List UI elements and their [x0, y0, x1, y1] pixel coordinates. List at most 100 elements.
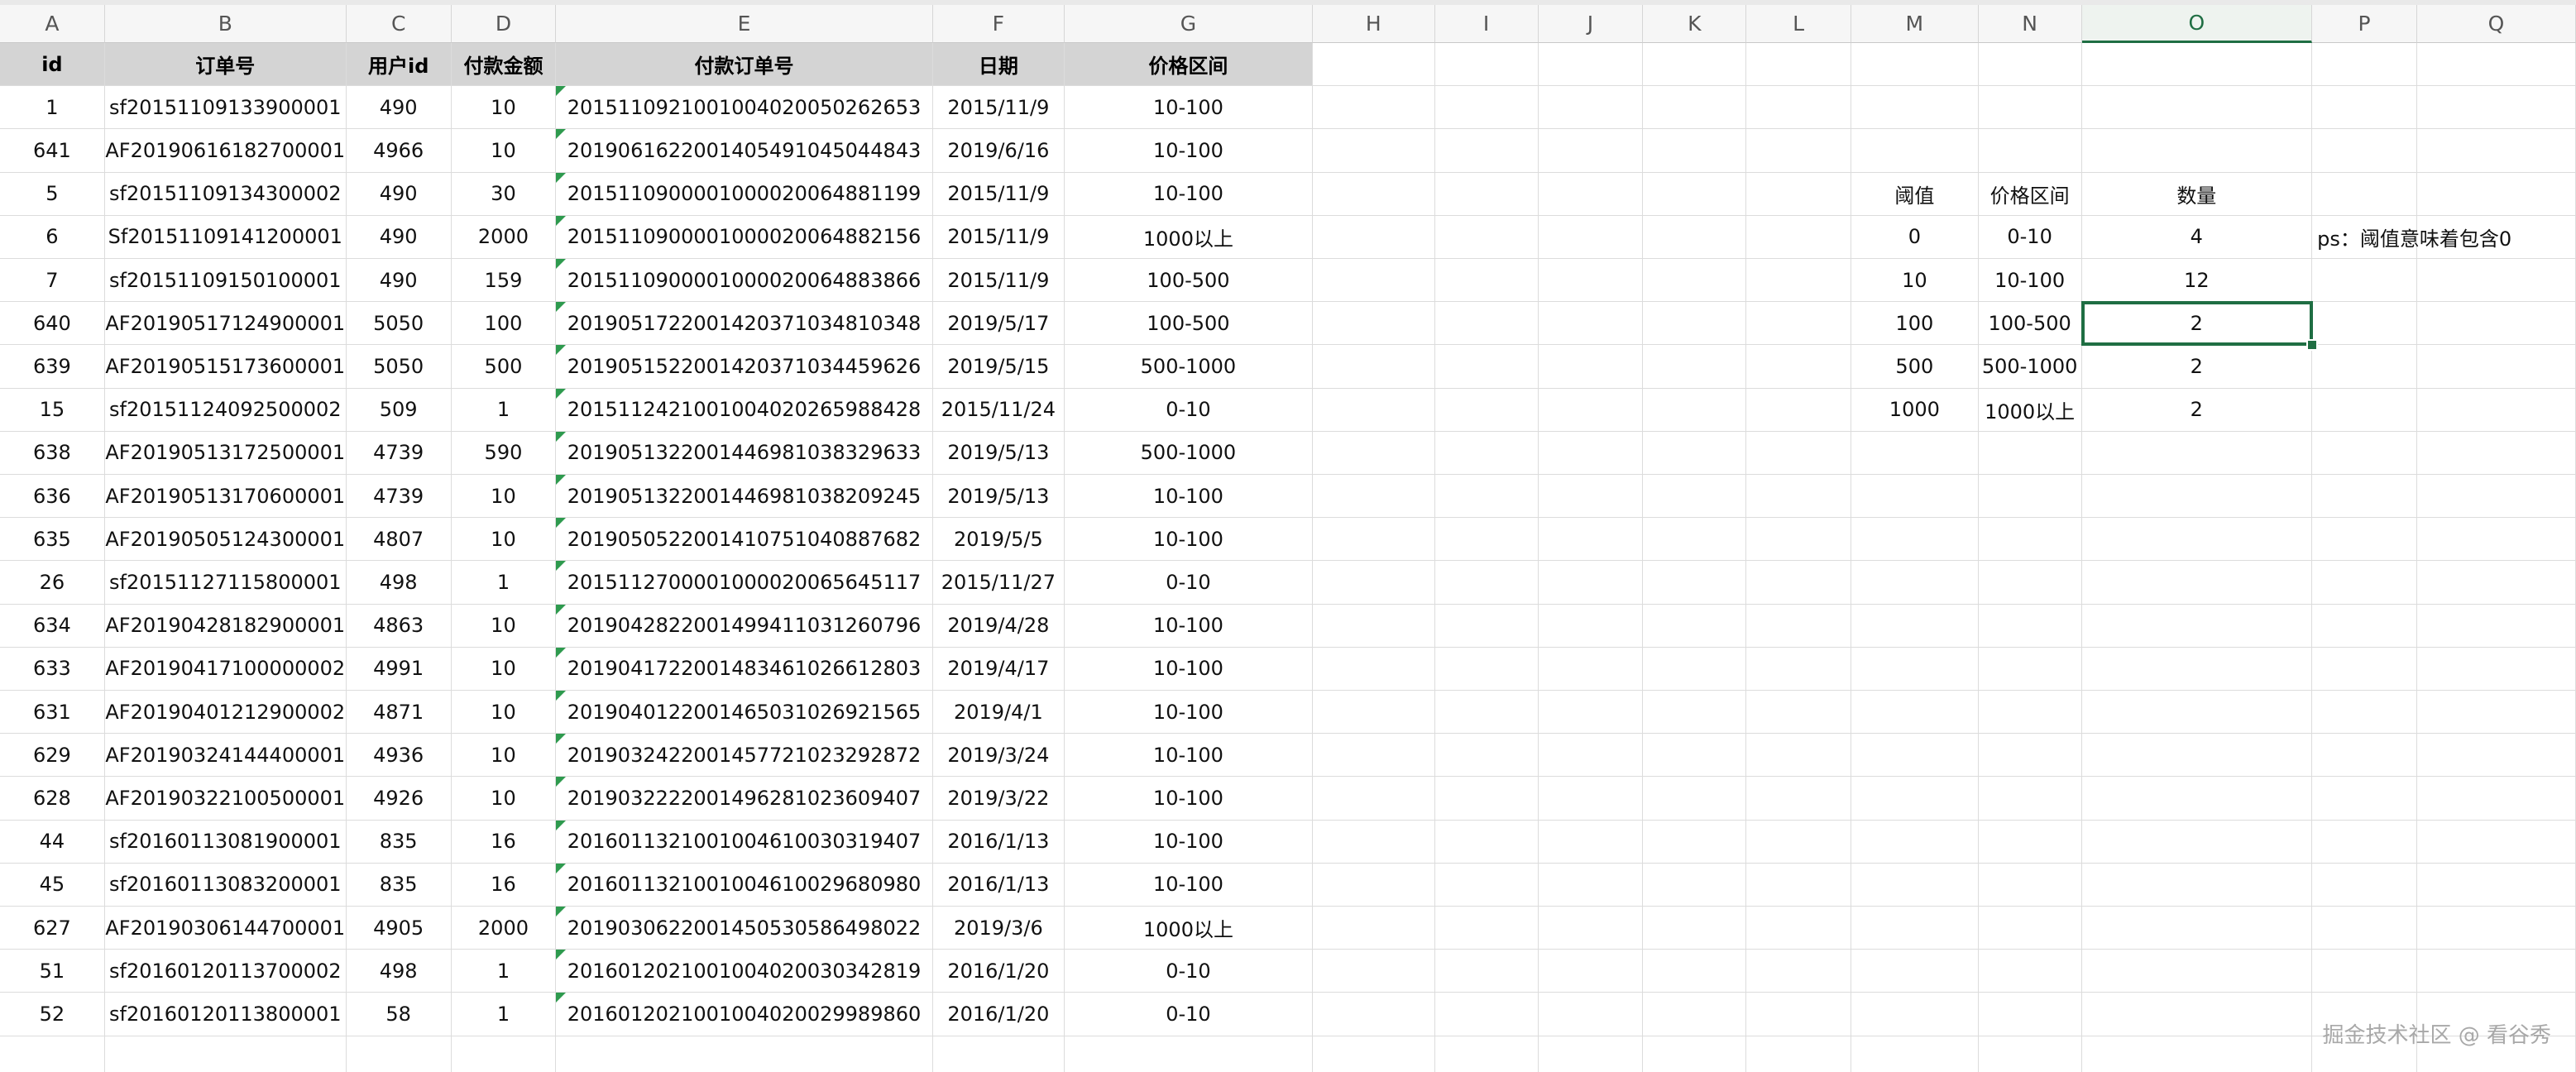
table-cell[interactable]: 2019030622001450530586498022: [556, 907, 933, 950]
cell-q20[interactable]: [2416, 863, 2576, 907]
table-cell[interactable]: 0-10: [1065, 993, 1313, 1036]
table-cell[interactable]: 2019051322001446981038329633: [556, 431, 933, 475]
summary-cell[interactable]: 500: [1851, 345, 1979, 389]
cell-p1[interactable]: [2312, 43, 2417, 87]
empty-cell[interactable]: [1312, 647, 1435, 691]
column-header-e[interactable]: E: [556, 5, 933, 43]
cell-q18[interactable]: [2416, 777, 2576, 821]
cell-m2[interactable]: [1851, 86, 1979, 130]
table-cell[interactable]: 2016/1/20: [932, 950, 1065, 993]
table-cell[interactable]: 641: [0, 129, 105, 173]
table-cell[interactable]: 4871: [346, 691, 452, 735]
cell-p18[interactable]: [2312, 777, 2417, 821]
column-header-h[interactable]: H: [1312, 5, 1435, 43]
table-cell[interactable]: AF20190306144700001: [104, 907, 347, 950]
table-cell[interactable]: 2016011321001004610029680980: [556, 863, 933, 907]
cell-q2[interactable]: [2416, 86, 2576, 130]
table-cell[interactable]: 2019032422001457721023292872: [556, 734, 933, 778]
cell-p3[interactable]: [2312, 129, 2417, 173]
table-cell[interactable]: 2016/1/13: [932, 863, 1065, 907]
empty-cell[interactable]: [1643, 43, 1747, 87]
cell-d24[interactable]: [452, 1036, 557, 1072]
empty-cell[interactable]: [1746, 302, 1851, 346]
empty-cell[interactable]: [1434, 734, 1539, 778]
table-cell[interactable]: 10-100: [1065, 604, 1313, 648]
cell-m21[interactable]: [1851, 907, 1979, 950]
empty-cell[interactable]: [1434, 777, 1539, 821]
column-header-m[interactable]: M: [1851, 5, 1979, 43]
empty-cell[interactable]: [1538, 43, 1644, 87]
cell-f24[interactable]: [933, 1036, 1065, 1072]
summary-cell[interactable]: 0-10: [1978, 215, 2082, 259]
table-cell[interactable]: 1000以上: [1065, 907, 1313, 950]
cell-p11[interactable]: [2312, 475, 2417, 519]
table-header-1[interactable]: 订单号: [104, 43, 347, 87]
summary-cell[interactable]: 10: [1851, 259, 1979, 303]
table-cell[interactable]: 15: [0, 388, 105, 432]
table-cell[interactable]: 2019051322001446981038209245: [556, 475, 933, 519]
table-cell[interactable]: 2019032222001496281023609407: [556, 777, 933, 821]
cell-o3[interactable]: [2081, 129, 2313, 173]
empty-cell[interactable]: [1312, 907, 1435, 950]
cell-o22[interactable]: [2081, 950, 2313, 993]
table-cell[interactable]: 100: [451, 302, 557, 346]
empty-cell[interactable]: [1312, 950, 1435, 993]
empty-cell[interactable]: [1538, 215, 1644, 259]
table-header-0[interactable]: id: [0, 43, 105, 87]
cell-p13[interactable]: [2312, 561, 2417, 605]
table-cell[interactable]: 2019/5/5: [932, 518, 1065, 562]
table-cell[interactable]: AF20190505124300001: [104, 518, 347, 562]
empty-cell[interactable]: [1746, 993, 1851, 1036]
table-cell[interactable]: sf20151109150100001: [104, 259, 347, 303]
table-cell[interactable]: 640: [0, 302, 105, 346]
cell-n14[interactable]: [1978, 604, 2082, 648]
cell-p20[interactable]: [2312, 863, 2417, 907]
empty-cell[interactable]: [1312, 431, 1435, 475]
summary-cell[interactable]: 500-1000: [1978, 345, 2082, 389]
cell-m24[interactable]: [1851, 1036, 1979, 1072]
empty-cell[interactable]: [1435, 1036, 1539, 1072]
table-cell[interactable]: 100-500: [1065, 302, 1313, 346]
table-cell[interactable]: 2015110900001000020064881199: [556, 172, 933, 216]
table-cell[interactable]: 639: [0, 345, 105, 389]
cell-q6[interactable]: [2416, 259, 2576, 303]
empty-cell[interactable]: [1643, 647, 1747, 691]
cell-o11[interactable]: [2081, 475, 2313, 519]
summary-header[interactable]: 价格区间: [1978, 172, 2082, 216]
empty-cell[interactable]: [1312, 302, 1435, 346]
table-cell[interactable]: 5050: [346, 302, 452, 346]
cell-q9[interactable]: [2416, 388, 2576, 432]
table-cell[interactable]: 498: [346, 561, 452, 605]
table-cell[interactable]: 4807: [346, 518, 452, 562]
cell-q3[interactable]: [2416, 129, 2576, 173]
cell-m22[interactable]: [1851, 950, 1979, 993]
cell-m10[interactable]: [1851, 431, 1979, 475]
table-cell[interactable]: 2015110921001004020050262653: [556, 86, 933, 130]
empty-cell[interactable]: [1312, 518, 1435, 562]
table-cell[interactable]: 2016/1/20: [932, 993, 1065, 1036]
table-cell[interactable]: 628: [0, 777, 105, 821]
table-cell[interactable]: 634: [0, 604, 105, 648]
column-header-p[interactable]: P: [2312, 5, 2417, 43]
empty-cell[interactable]: [1643, 302, 1747, 346]
empty-cell[interactable]: [1538, 604, 1644, 648]
table-cell[interactable]: 4863: [346, 604, 452, 648]
empty-cell[interactable]: [1643, 172, 1747, 216]
cell-n22[interactable]: [1978, 950, 2082, 993]
empty-cell[interactable]: [1434, 129, 1539, 173]
table-cell[interactable]: 159: [451, 259, 557, 303]
summary-cell[interactable]: 2: [2081, 345, 2313, 389]
empty-cell[interactable]: [1434, 388, 1539, 432]
table-cell[interactable]: 2019040122001465031026921565: [556, 691, 933, 735]
table-cell[interactable]: 2015/11/24: [932, 388, 1065, 432]
cell-o24[interactable]: [2082, 1036, 2313, 1072]
table-cell[interactable]: 100-500: [1065, 259, 1313, 303]
summary-cell[interactable]: 4: [2081, 215, 2313, 259]
empty-cell[interactable]: [1643, 129, 1747, 173]
empty-cell[interactable]: [1538, 302, 1644, 346]
cell-q13[interactable]: [2416, 561, 2576, 605]
cell-n19[interactable]: [1978, 820, 2082, 864]
table-cell[interactable]: AF20190513170600001: [104, 475, 347, 519]
summary-cell[interactable]: 12: [2081, 259, 2313, 303]
column-header-c[interactable]: C: [346, 5, 452, 43]
